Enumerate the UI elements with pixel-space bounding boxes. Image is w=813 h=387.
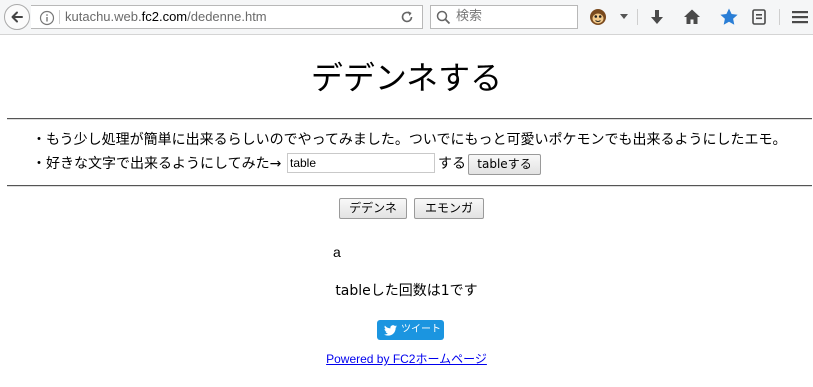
url-host: fc2.com: [141, 9, 188, 24]
suru-label: する: [438, 156, 466, 172]
search-icon: [436, 10, 451, 25]
result-output: a: [333, 244, 341, 260]
bookmark-star-icon[interactable]: [719, 7, 739, 27]
custom-run-button[interactable]: tableする: [468, 154, 541, 175]
back-arrow-icon: [11, 11, 23, 23]
greasemonkey-icon[interactable]: [588, 7, 608, 27]
search-box[interactable]: 検索: [430, 5, 578, 29]
reload-icon[interactable]: [400, 10, 414, 24]
toolbar-separator: [637, 9, 638, 25]
tweet-button[interactable]: ツイート: [377, 320, 444, 340]
back-button[interactable]: [4, 4, 30, 30]
count-text: tableした回数は1です: [335, 283, 478, 299]
url-bar[interactable]: kutachu.web.fc2.com/dedenne.htm: [31, 5, 423, 29]
dedenne-button[interactable]: デデンネ: [339, 198, 407, 219]
tweet-label: ツイート: [401, 324, 441, 335]
custom-text-input[interactable]: [287, 153, 435, 173]
search-placeholder: 検索: [456, 9, 483, 24]
description-line: ・もう少し処理が簡単に出来るらしいのでやってみました。ついでにもっと可愛いポケモ…: [32, 132, 787, 148]
twitter-bird-icon: [384, 325, 397, 336]
footer: Powered by FC2ホームページ: [0, 352, 813, 366]
url-separator: [59, 10, 60, 24]
download-icon[interactable]: [647, 7, 667, 27]
url-prefix: kutachu.web.: [65, 9, 142, 24]
url-text[interactable]: kutachu.web.fc2.com/dedenne.htm: [65, 9, 267, 25]
powered-by-link[interactable]: Powered by FC2ホームページ: [326, 352, 487, 366]
browser-toolbar: kutachu.web.fc2.com/dedenne.htm 検索: [0, 0, 813, 35]
divider: [7, 118, 812, 120]
chevron-down-icon[interactable]: [620, 14, 628, 20]
menu-icon[interactable]: [790, 7, 810, 27]
home-icon[interactable]: [682, 7, 702, 27]
site-info-icon[interactable]: [39, 10, 55, 26]
page-title: デデンネする: [310, 59, 503, 97]
divider: [7, 185, 812, 187]
emonga-button[interactable]: エモンガ: [414, 198, 484, 219]
custom-text-label: ・好きな文字で出来るようにしてみた→: [32, 156, 282, 172]
toolbar-separator: [779, 9, 780, 25]
bookmarks-menu-icon[interactable]: [749, 7, 769, 27]
url-path: /dedenne.htm: [187, 9, 267, 24]
